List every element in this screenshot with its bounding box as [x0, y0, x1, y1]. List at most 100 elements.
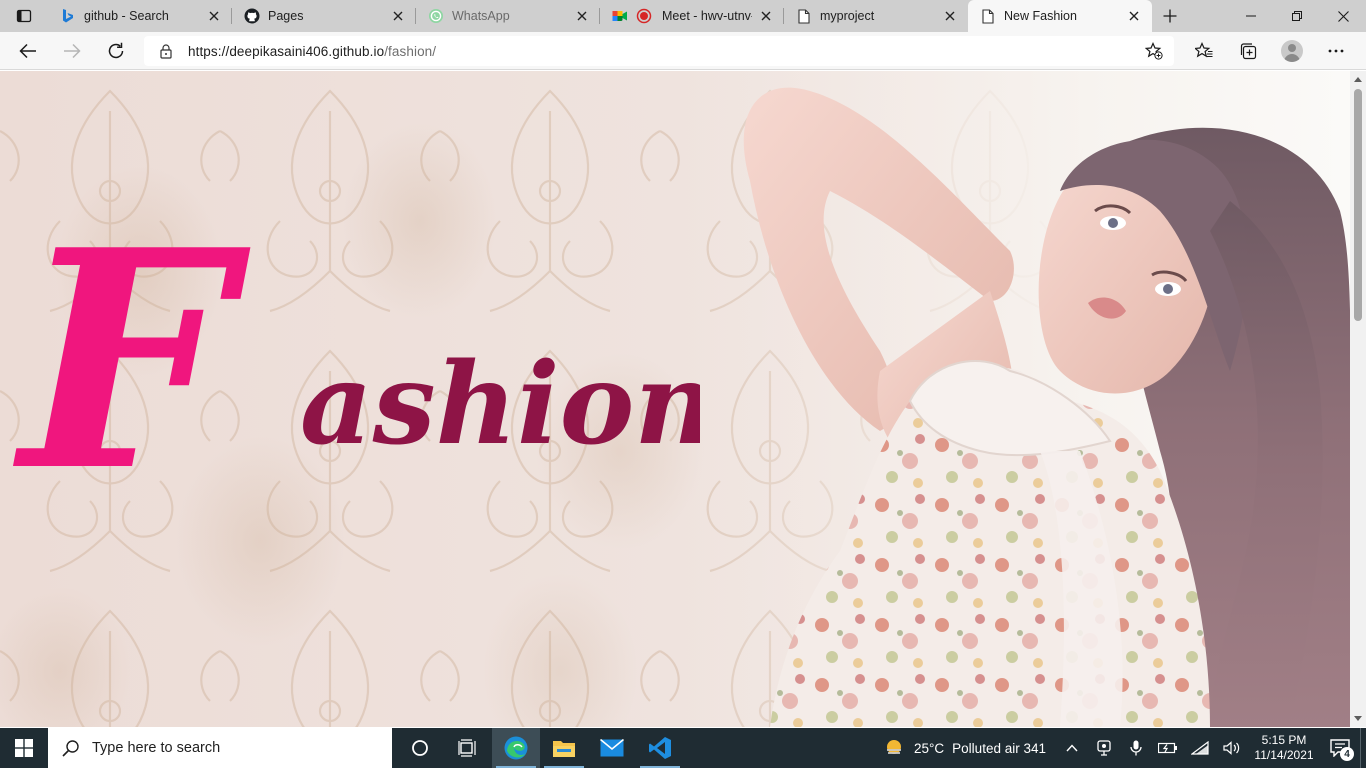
battery-charging-icon: [1158, 742, 1177, 754]
tab-myproject[interactable]: myproject: [784, 0, 968, 32]
close-tab-icon[interactable]: [758, 8, 774, 24]
taskbar-file-explorer[interactable]: [540, 728, 588, 768]
more-icon: [1328, 49, 1344, 53]
logo-text: ashion: [300, 339, 700, 470]
cortana-button[interactable]: [396, 728, 444, 768]
scroll-thumb[interactable]: [1354, 89, 1362, 321]
avatar: [1281, 40, 1303, 62]
forward-button[interactable]: [50, 32, 94, 70]
clock-time: 5:15 PM: [1261, 733, 1307, 747]
refresh-button[interactable]: [94, 32, 138, 70]
taskbar-edge[interactable]: [492, 728, 540, 768]
favorites-icon: [1195, 42, 1213, 58]
mail-icon: [600, 739, 624, 757]
arrow-right-icon: [64, 43, 81, 58]
clock-date: 11/14/2021: [1254, 748, 1314, 762]
tab-pages[interactable]: Pages: [232, 0, 416, 32]
new-tab-button[interactable]: [1152, 0, 1188, 32]
bing-icon: [60, 8, 76, 24]
system-tray: 25°C Polluted air 341 5:15 PM 11/14/2021…: [874, 728, 1366, 768]
profile-button[interactable]: [1270, 32, 1314, 70]
meet-now-button[interactable]: [1088, 728, 1120, 768]
restore-icon: [1292, 11, 1302, 21]
tab-whatsapp[interactable]: WhatsApp: [416, 0, 600, 32]
webcam-icon: [1097, 740, 1111, 756]
add-favorite-button[interactable]: [1134, 36, 1174, 66]
collections-button[interactable]: [1226, 32, 1270, 70]
address-bar[interactable]: https://deepikasaini406.github.io/fashio…: [144, 36, 1174, 66]
battery-button[interactable]: [1152, 728, 1184, 768]
lock-icon[interactable]: [144, 36, 188, 66]
browser-tools: [1182, 32, 1358, 70]
chevron-up-icon: [1066, 744, 1078, 752]
collections-icon: [1240, 43, 1257, 60]
tab-title: Meet - hwv-utnv-: [662, 9, 752, 23]
windows-taskbar: Type here to search 25°C Polluted air 34…: [0, 728, 1366, 768]
folder-icon: [553, 741, 575, 757]
wifi-icon: [1191, 741, 1209, 755]
action-center-button[interactable]: 4: [1320, 728, 1360, 768]
close-tab-icon[interactable]: [206, 8, 222, 24]
url-text: https://deepikasaini406.github.io/fashio…: [188, 44, 436, 59]
tab-actions-button[interactable]: [0, 0, 48, 32]
show-desktop-button[interactable]: [1360, 728, 1366, 768]
close-icon: [1337, 10, 1349, 22]
tab-title: myproject: [820, 9, 875, 23]
tab-title: New Fashion: [1004, 9, 1077, 23]
close-window-button[interactable]: [1320, 0, 1366, 32]
minimize-button[interactable]: [1228, 0, 1274, 32]
fashion-logo: F ashion: [11, 184, 700, 537]
taskbar-clock[interactable]: 5:15 PM 11/14/2021: [1248, 728, 1320, 768]
page-icon: [796, 8, 812, 24]
tab-new-fashion[interactable]: New Fashion: [968, 0, 1152, 32]
start-button[interactable]: [0, 728, 48, 768]
network-button[interactable]: [1184, 728, 1216, 768]
show-hidden-icons-button[interactable]: [1056, 728, 1088, 768]
task-view-button[interactable]: [444, 728, 492, 768]
close-tab-icon[interactable]: [574, 8, 590, 24]
weather-condition: Polluted air 341: [952, 740, 1046, 756]
microphone-icon: [1130, 740, 1142, 756]
scroll-down-arrow[interactable]: [1350, 711, 1366, 727]
google-meet-icon: [612, 8, 628, 24]
page-icon: [980, 8, 996, 24]
microphone-button[interactable]: [1120, 728, 1152, 768]
close-tab-icon[interactable]: [1126, 8, 1142, 24]
arrow-left-icon: [19, 43, 36, 58]
recording-icon: [636, 8, 652, 24]
tab-title: github - Search: [84, 9, 169, 23]
favorites-button[interactable]: [1182, 32, 1226, 70]
github-icon: [244, 8, 260, 24]
close-tab-icon[interactable]: [942, 8, 958, 24]
star-plus-icon: [1145, 42, 1163, 60]
volume-button[interactable]: [1216, 728, 1248, 768]
tab-actions-icon: [16, 9, 32, 23]
weather-temperature: 25°C: [914, 740, 945, 756]
back-button[interactable]: [6, 32, 50, 70]
edge-icon: [504, 736, 528, 760]
taskbar-search-box[interactable]: Type here to search: [48, 728, 392, 768]
settings-more-button[interactable]: [1314, 32, 1358, 70]
cortana-icon: [412, 740, 428, 756]
window-controls: [1228, 0, 1366, 32]
weather-haze-icon: [887, 740, 901, 754]
tab-google-meet[interactable]: Meet - hwv-utnv-: [600, 0, 784, 32]
taskbar-vs-code[interactable]: [636, 728, 684, 768]
taskbar-mail[interactable]: [588, 728, 636, 768]
page-scrollbar[interactable]: [1350, 71, 1366, 727]
url-path: /fashion/: [384, 43, 437, 59]
scroll-up-arrow[interactable]: [1350, 71, 1366, 87]
restore-button[interactable]: [1274, 0, 1320, 32]
refresh-icon: [108, 42, 124, 58]
browser-tab-strip: github - Search Pages WhatsApp Meet - hw…: [0, 0, 1366, 32]
notification-count-badge: 4: [1340, 747, 1354, 761]
speaker-icon: [1223, 741, 1240, 755]
task-view-icon: [458, 739, 476, 757]
tab-github-search[interactable]: github - Search: [48, 0, 232, 32]
close-tab-icon[interactable]: [390, 8, 406, 24]
tab-title: Pages: [268, 9, 304, 23]
minimize-icon: [1246, 15, 1256, 17]
weather-widget[interactable]: 25°C Polluted air 341: [874, 728, 1056, 768]
browser-toolbar: https://deepikasaini406.github.io/fashio…: [0, 32, 1366, 70]
whatsapp-icon: [428, 8, 444, 24]
